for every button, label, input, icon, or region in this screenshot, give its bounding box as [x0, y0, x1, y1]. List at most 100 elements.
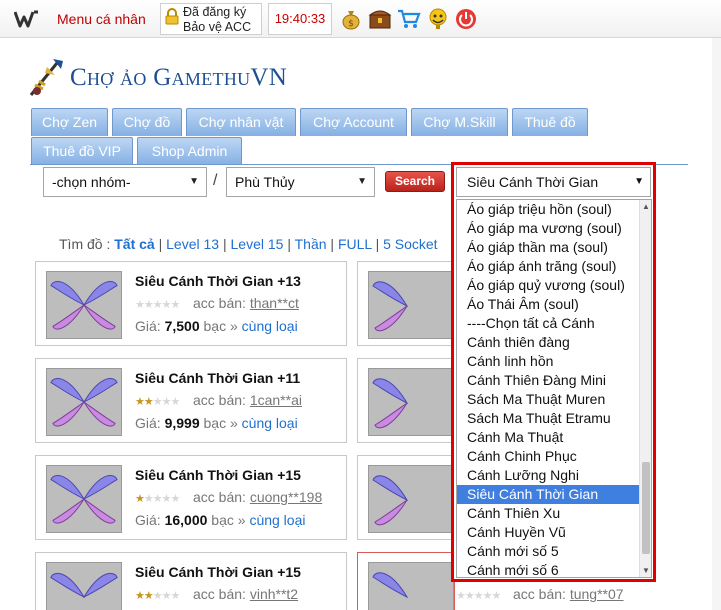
seller-link[interactable]: tung**07 [570, 586, 624, 602]
item-card[interactable]: Siêu Cánh Thời Gian +15 ★★★★★ acc bán: c… [35, 455, 347, 540]
dropdown-option[interactable]: Cánh Thiên Đàng Mini [457, 371, 639, 390]
item-image[interactable] [368, 465, 454, 533]
filter-full-link[interactable]: FULL [338, 236, 372, 252]
tab-mskill-market[interactable]: Chợ M.Skill [411, 108, 508, 136]
item-image[interactable] [368, 562, 454, 610]
item-card[interactable]: Siêu Cánh Thời Gian +13 ★★★★★ acc bán: t… [35, 261, 347, 346]
dropdown-option[interactable]: Cánh Chinh Phục [457, 447, 639, 466]
personal-menu-link[interactable]: Menu cá nhân [57, 11, 146, 27]
item-image[interactable] [46, 368, 122, 436]
filter-divine-link[interactable]: Thần [295, 236, 327, 252]
dropdown-option[interactable]: Cánh mới số 6 [457, 561, 639, 577]
item-card[interactable] [357, 455, 455, 540]
wings-icon [50, 572, 118, 599]
cart-icon[interactable] [397, 7, 421, 31]
dropdown-option[interactable]: Áo giáp ma vương (soul) [457, 219, 639, 238]
svg-text:$: $ [348, 19, 354, 29]
chest-icon[interactable] [368, 7, 392, 31]
item-card[interactable]: Siêu Cánh Thời Gian +11 ★★★★★ acc bán: 1… [35, 358, 347, 443]
seller-info: acc bán: than**ct [193, 295, 299, 311]
item-card[interactable]: Siêu Cánh Thời Gian +15 ★★★★★ acc bán: v… [35, 552, 347, 610]
tab-account-market[interactable]: Chợ Account [300, 108, 407, 136]
scroll-up-icon[interactable]: ▲ [642, 202, 650, 211]
tab-vip-rental[interactable]: Thuê đồ VIP [31, 137, 133, 165]
item-card[interactable] [357, 261, 455, 346]
dropdown-option[interactable]: Áo Thái Âm (soul) [457, 295, 639, 314]
tab-item-rental[interactable]: Thuê đồ [512, 108, 588, 136]
item-image[interactable] [46, 562, 122, 610]
tab-item-market[interactable]: Chợ đồ [112, 108, 182, 136]
money-bag-icon[interactable]: $ [339, 7, 363, 31]
dropdown-option[interactable]: Cánh Huyền Vũ [457, 523, 639, 542]
rating-stars: ★★★★★ [135, 299, 180, 311]
same-type-link[interactable]: cùng loại [249, 512, 305, 528]
item-name[interactable]: Siêu Cánh Thời Gian +11 [135, 370, 300, 386]
group-select[interactable]: -chọn nhóm- ▼ [43, 167, 207, 197]
site-logo-icon[interactable] [14, 10, 40, 28]
seller-info: acc bán: vinh**t2 [193, 586, 299, 602]
dropdown-option[interactable]: Cánh Lưỡng Nghi [457, 466, 639, 485]
dropdown-option-selected[interactable]: Siêu Cánh Thời Gian [457, 485, 639, 504]
quick-filter-bar: Tìm đồ : Tất cả | Level 13 | Level 15 | … [59, 236, 438, 252]
item-image[interactable] [368, 368, 454, 436]
item-image[interactable] [368, 271, 454, 339]
seller-link[interactable]: cuong**198 [250, 489, 322, 505]
server-clock: 19:40:33 [268, 3, 332, 35]
wings-icon [372, 572, 409, 599]
tab-character-market[interactable]: Chợ nhân vật [186, 108, 296, 136]
item-name[interactable]: Siêu Cánh Thời Gian +15 [135, 564, 301, 580]
filter-all-link[interactable]: Tất cả [114, 236, 154, 252]
item-name[interactable]: Siêu Cánh Thời Gian +15 [135, 467, 301, 483]
protection-status-text: Bảo vệ ACC [183, 20, 252, 34]
item-card[interactable] [357, 552, 455, 610]
price-info: Giá: 7,500 bạc » cùng loại [135, 318, 298, 334]
item-name[interactable]: Siêu Cánh Thời Gian +13 [135, 273, 301, 289]
group-select-value: -chọn nhóm- [52, 174, 131, 190]
item-type-select[interactable]: Siêu Cánh Thời Gian ▼ [456, 167, 651, 197]
item-card[interactable] [357, 358, 455, 443]
dropdown-option[interactable]: Sách Ma Thuật Muren [457, 390, 639, 409]
dropdown-option[interactable]: Cánh mới số 5 [457, 542, 639, 561]
same-type-link[interactable]: cùng loại [242, 318, 298, 334]
seller-link[interactable]: 1can**ai [250, 392, 302, 408]
rating-stars: ★★★★★ [135, 590, 180, 602]
dropdown-option[interactable]: Áo giáp triệu hồn (soul) [457, 200, 639, 219]
rating-stars: ★★★★★ [135, 493, 180, 505]
dropdown-option[interactable]: Áo giáp quỷ vương (soul) [457, 276, 639, 295]
price-info: Giá: 9,999 bạc » cùng loại [135, 415, 298, 431]
dropdown-option[interactable]: Cánh thiên đàng [457, 333, 639, 352]
account-protection-status[interactable]: Đã đăng ký Bảo vệ ACC [160, 3, 262, 35]
page-scrollbar[interactable] [712, 38, 721, 610]
wings-icon [50, 281, 118, 330]
filter-5socket-link[interactable]: 5 Socket [383, 236, 437, 252]
filter-level15-link[interactable]: Level 15 [231, 236, 284, 252]
dropdown-options-list[interactable]: Áo giáp triệu hồn (soul) Áo giáp ma vươn… [456, 199, 652, 578]
item-type-select-value: Siêu Cánh Thời Gian [467, 174, 599, 190]
dropdown-option[interactable]: Cánh Ma Thuật [457, 428, 639, 447]
search-button[interactable]: Search [385, 171, 445, 192]
scrollbar-thumb[interactable] [642, 462, 650, 554]
dropdown-option[interactable]: Áo giáp thần ma (soul) [457, 238, 639, 257]
scroll-down-icon[interactable]: ▼ [642, 566, 650, 575]
wings-icon [372, 378, 409, 429]
tab-zen-market[interactable]: Chợ Zen [31, 108, 108, 136]
seller-link[interactable]: than**ct [250, 295, 299, 311]
same-type-link[interactable]: cùng loại [242, 415, 298, 431]
item-image[interactable] [46, 465, 122, 533]
tab-shop-admin[interactable]: Shop Admin [137, 137, 242, 165]
dropdown-scrollbar[interactable]: ▲ ▼ [639, 200, 651, 577]
price-value: 7,500 [164, 318, 200, 334]
dropdown-option[interactable]: Sách Ma Thuật Etramu [457, 409, 639, 428]
item-type-dropdown[interactable]: Siêu Cánh Thời Gian ▼ Áo giáp triệu hồn … [451, 162, 656, 582]
power-icon[interactable] [454, 7, 478, 31]
seller-link[interactable]: vinh**t2 [250, 586, 298, 602]
filter-level13-link[interactable]: Level 13 [166, 236, 219, 252]
wings-icon [372, 281, 409, 332]
item-image[interactable] [46, 271, 122, 339]
dropdown-option[interactable]: ----Chọn tất cả Cánh [457, 314, 639, 333]
class-select[interactable]: Phù Thủy ▼ [226, 167, 375, 197]
trophy-icon[interactable] [426, 7, 450, 31]
dropdown-option[interactable]: Cánh Thiên Xu [457, 504, 639, 523]
dropdown-option[interactable]: Cánh linh hồn [457, 352, 639, 371]
dropdown-option[interactable]: Áo giáp ánh trăng (soul) [457, 257, 639, 276]
